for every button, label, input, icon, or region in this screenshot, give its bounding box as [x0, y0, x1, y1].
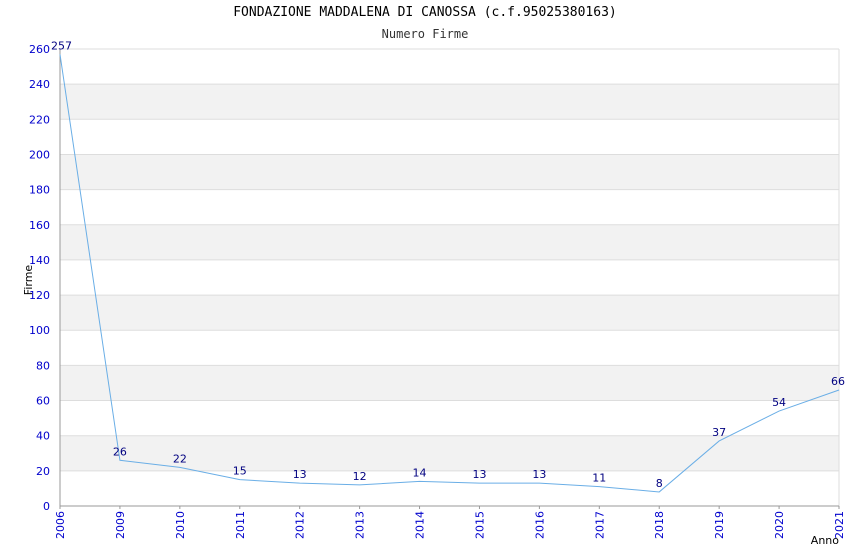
x-tick-label: 2010: [174, 511, 187, 539]
grid-band: [60, 365, 839, 401]
y-tick-label: 0: [43, 500, 50, 513]
data-label: 15: [233, 465, 247, 478]
grid-band: [60, 295, 839, 331]
x-tick-label: 2006: [54, 511, 67, 539]
data-label: 13: [532, 468, 546, 481]
y-tick-label: 180: [29, 184, 50, 197]
y-tick-label: 220: [29, 113, 50, 126]
data-label: 12: [353, 470, 367, 483]
x-tick-label: 2019: [713, 511, 726, 539]
y-tick-label: 40: [36, 430, 50, 443]
x-tick-label: 2011: [234, 511, 247, 539]
y-axis-label: Firme: [22, 265, 35, 296]
data-label: 257: [51, 39, 72, 52]
data-label: 14: [413, 466, 427, 479]
data-label: 13: [293, 468, 307, 481]
plot-area: 020406080100120140160180200220240260 200…: [22, 39, 846, 547]
x-tick-label: 2016: [533, 511, 546, 539]
chart: FONDAZIONE MADDALENA DI CANOSSA (c.f.950…: [0, 0, 850, 550]
y-tick-label: 200: [29, 148, 50, 161]
x-tick-label: 2015: [473, 511, 486, 539]
data-label: 22: [173, 452, 187, 465]
data-label: 66: [831, 375, 845, 388]
x-tick-label: 2012: [294, 511, 307, 539]
x-tick-label: 2014: [414, 511, 427, 539]
x-tick-label: 2013: [354, 511, 367, 539]
y-tick-label: 240: [29, 78, 50, 91]
y-tick-label: 160: [29, 219, 50, 232]
x-tick-label: 2020: [773, 511, 786, 539]
data-label: 11: [592, 472, 606, 485]
y-tick-label: 60: [36, 395, 50, 408]
x-tick-label: 2018: [653, 511, 666, 539]
y-tick-label: 260: [29, 43, 50, 56]
grid-band: [60, 84, 839, 120]
x-tick-label: 2017: [593, 511, 606, 539]
grid-band: [60, 224, 839, 260]
y-tick-label: 20: [36, 465, 50, 478]
data-label: 26: [113, 445, 127, 458]
y-tick-label: 80: [36, 359, 50, 372]
data-label: 54: [772, 396, 786, 409]
x-axis-label: Anno: [811, 534, 839, 547]
grid-band: [60, 154, 839, 190]
data-label: 37: [712, 426, 726, 439]
data-label: 8: [656, 477, 663, 490]
data-label: 13: [472, 468, 486, 481]
x-tick-label: 2009: [114, 511, 127, 539]
y-tick-label: 100: [29, 324, 50, 337]
